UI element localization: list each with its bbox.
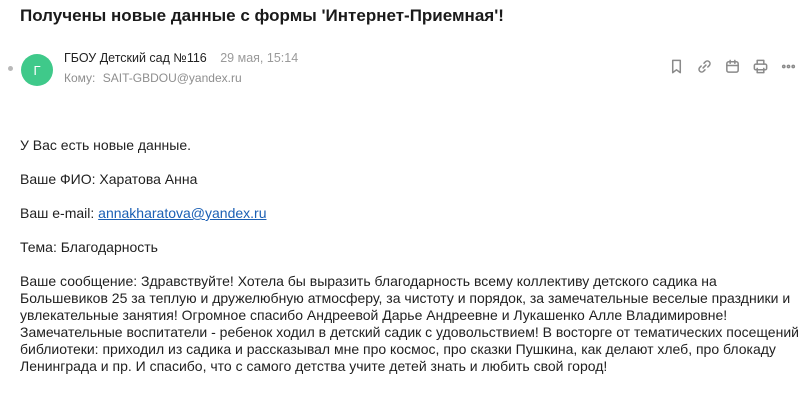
topic-line: Тема: Благодарность bbox=[20, 239, 158, 255]
more-icon bbox=[781, 64, 795, 68]
bookmark-button[interactable] bbox=[667, 57, 685, 75]
copy-link-button[interactable] bbox=[695, 57, 713, 75]
print-icon bbox=[753, 59, 767, 73]
link-icon bbox=[697, 59, 711, 73]
email-label: Ваш e-mail: bbox=[20, 205, 95, 221]
message-text: Ваше сообщение: Здравствуйте! Хотела бы … bbox=[20, 273, 799, 374]
intro-line: У Вас есть новые данные. bbox=[20, 137, 192, 153]
calendar-icon bbox=[725, 59, 739, 73]
avatar-initial: Г bbox=[33, 62, 41, 78]
email-body: У Вас есть новые данные. Ваше ФИО: Харат… bbox=[20, 137, 800, 392]
sent-date: 29 мая, 15:14 bbox=[220, 51, 299, 65]
unread-indicator[interactable] bbox=[8, 66, 13, 71]
message-toolbar bbox=[667, 57, 797, 75]
recipient-line: Кому: SAIT-GBDOU@yandex.ru bbox=[64, 71, 242, 85]
name-line: Ваше ФИО: Харатова Анна bbox=[20, 171, 198, 187]
email-line: Ваш e-mail: annakharatova@yandex.ru bbox=[20, 205, 800, 222]
calendar-button[interactable] bbox=[723, 57, 741, 75]
recipient-address[interactable]: SAIT-GBDOU@yandex.ru bbox=[103, 71, 242, 85]
email-link[interactable]: annakharatova@yandex.ru bbox=[98, 205, 266, 221]
print-button[interactable] bbox=[751, 57, 769, 75]
email-subject: Получены новые данные с формы 'Интернет-… bbox=[20, 6, 504, 25]
sender-avatar[interactable]: Г bbox=[21, 54, 53, 86]
sender-name[interactable]: ГБОУ Детский сад №116 bbox=[64, 51, 207, 65]
to-label: Кому: bbox=[64, 71, 96, 85]
more-button[interactable] bbox=[779, 57, 797, 75]
sender-line: ГБОУ Детский сад №116 29 мая, 15:14 bbox=[64, 51, 298, 65]
bookmark-icon bbox=[671, 59, 681, 73]
